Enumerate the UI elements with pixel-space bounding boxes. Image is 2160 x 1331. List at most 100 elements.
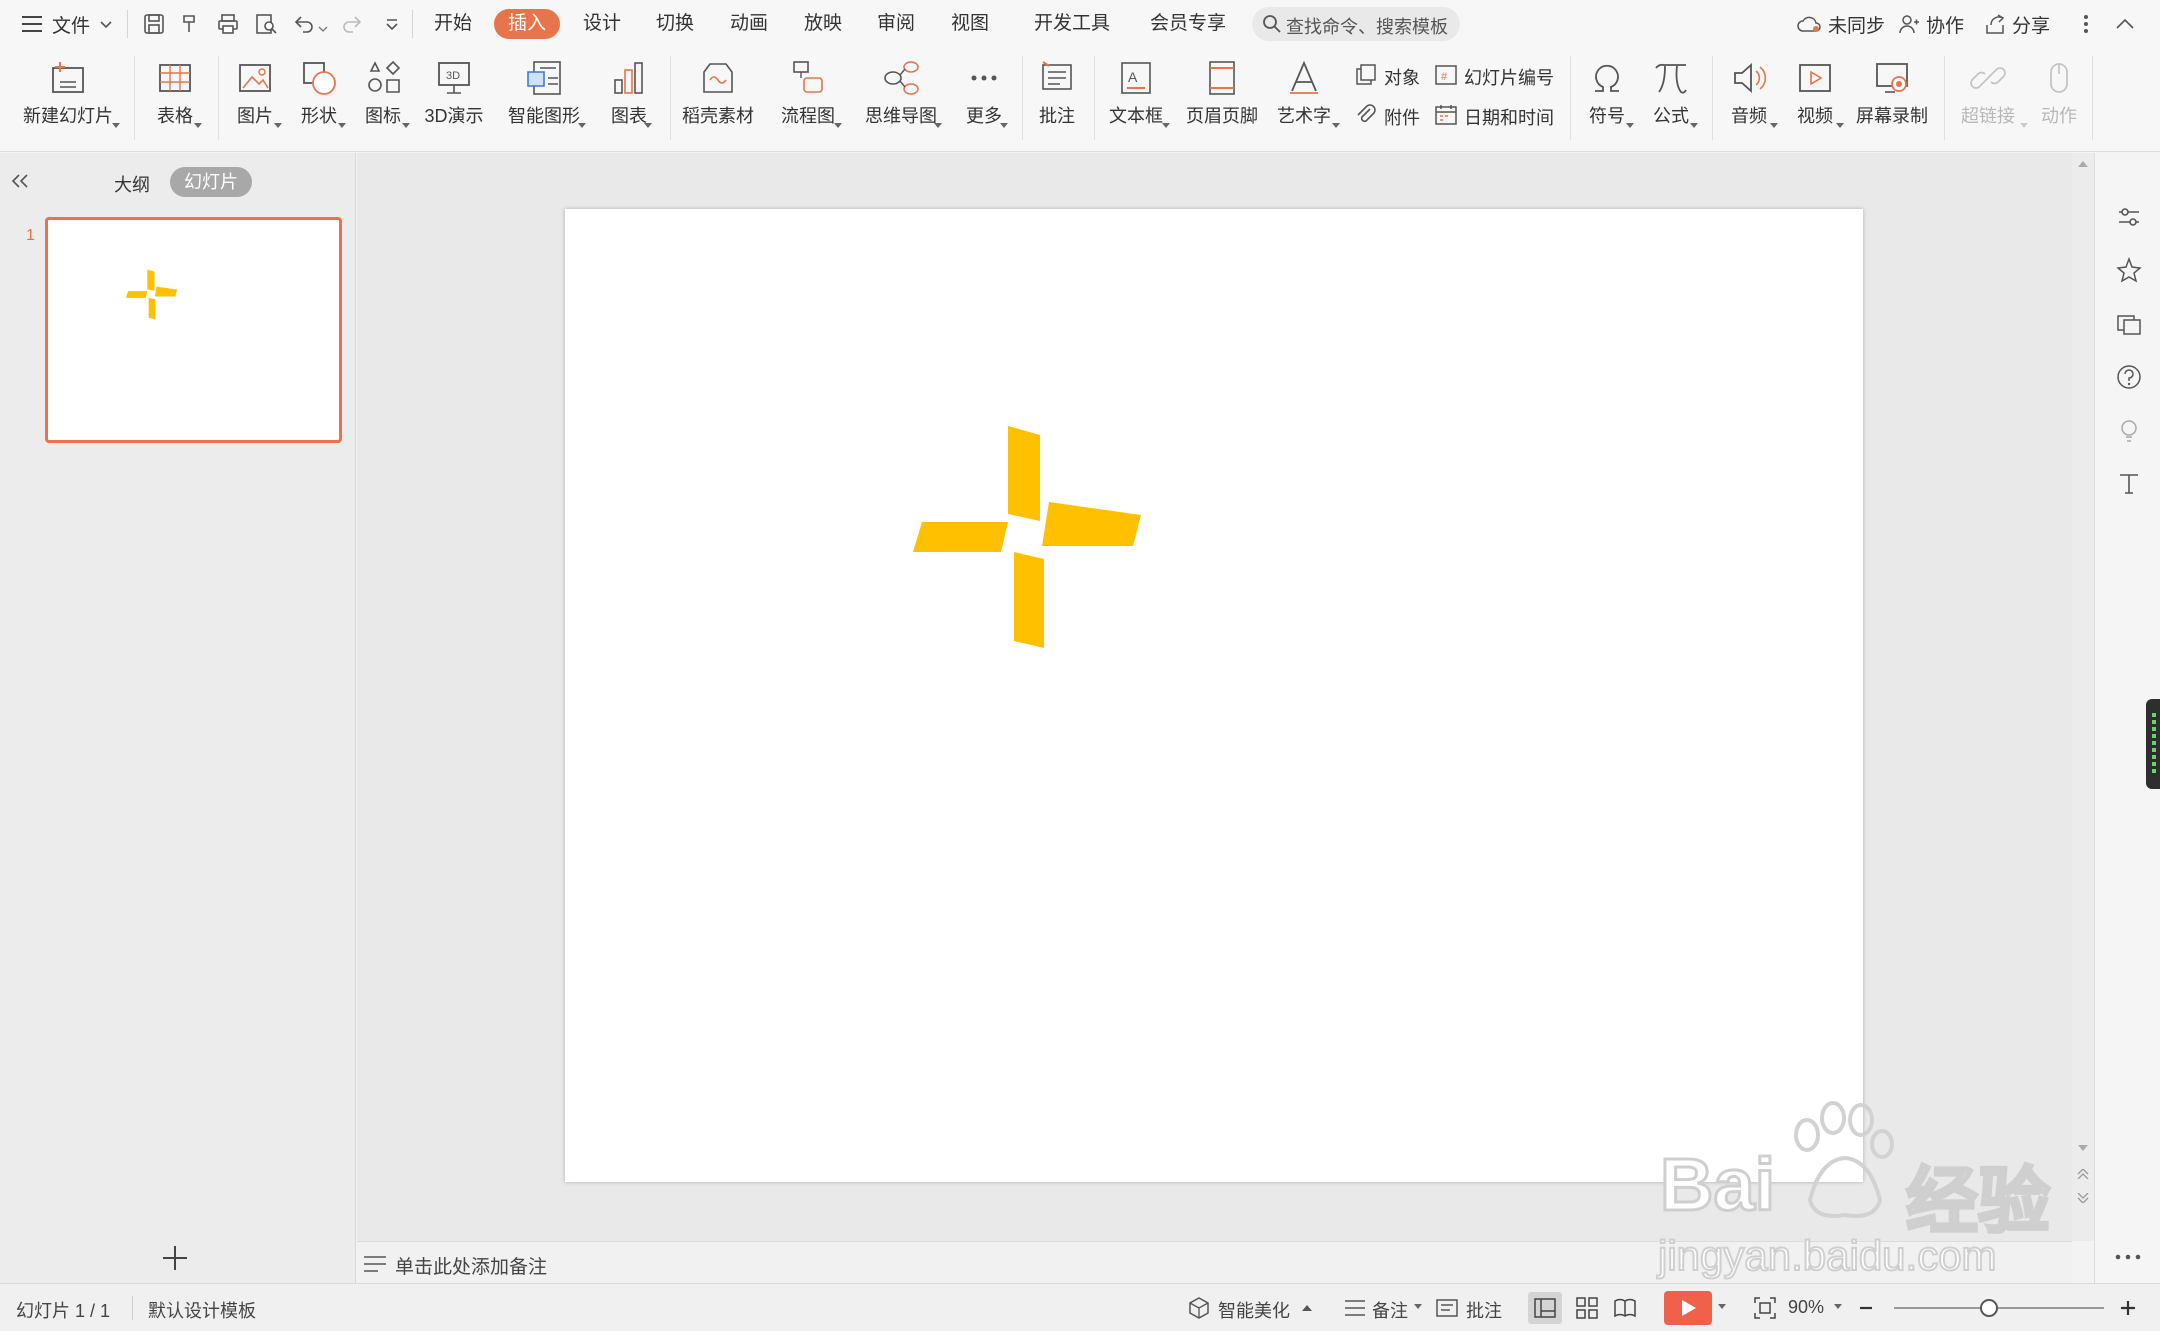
tab-insert[interactable]: 插入: [494, 9, 561, 39]
comment-button[interactable]: 批注: [1026, 48, 1088, 148]
table-button[interactable]: 表格: [142, 48, 208, 148]
caret-down-icon[interactable]: [578, 123, 586, 129]
object-button[interactable]: 对象: [1354, 60, 1434, 90]
shape-button[interactable]: 形状: [286, 48, 352, 148]
save-icon[interactable]: [142, 12, 166, 36]
cloud-sync-icon[interactable]: [1796, 13, 1822, 35]
chart-button[interactable]: 图表: [596, 48, 662, 148]
fit-to-window-icon[interactable]: [1752, 1295, 1778, 1321]
tab-transition[interactable]: 切换: [652, 9, 698, 39]
tab-review[interactable]: 审阅: [873, 9, 919, 39]
caret-down-icon[interactable]: [1162, 123, 1170, 129]
more-button[interactable]: 更多: [952, 48, 1016, 148]
collapse-panel-icon[interactable]: [10, 173, 30, 189]
add-slide-button[interactable]: [160, 1243, 190, 1273]
wordart-button[interactable]: 艺术字: [1266, 48, 1342, 148]
tab-animation[interactable]: 动画: [726, 9, 772, 39]
tab-design[interactable]: 设计: [579, 9, 625, 39]
undo-icon[interactable]: [292, 12, 316, 36]
pinwheel-blade-left[interactable]: [913, 522, 1008, 552]
zoom-out-icon[interactable]: [1858, 1300, 1874, 1316]
caret-up-icon[interactable]: [1302, 1305, 1312, 1311]
tab-view[interactable]: 视图: [947, 9, 993, 39]
icon-button[interactable]: 图标: [350, 48, 416, 148]
reading-view-icon[interactable]: [1612, 1295, 1638, 1321]
format-painter-icon[interactable]: [178, 12, 202, 36]
zoom-in-icon[interactable]: [2118, 1298, 2138, 1318]
beautify-icon[interactable]: [1186, 1295, 1212, 1321]
caret-down-icon[interactable]: [1332, 123, 1340, 129]
help-icon[interactable]: [2115, 363, 2143, 391]
caret-down-icon[interactable]: [1690, 123, 1698, 129]
lightbulb-icon[interactable]: [2115, 417, 2143, 445]
comments-toggle-button[interactable]: 批注: [1466, 1297, 1502, 1323]
previous-slide-icon[interactable]: [2077, 1169, 2089, 1179]
caret-down-icon[interactable]: [194, 123, 202, 129]
share-button[interactable]: 分享: [2012, 11, 2050, 38]
pinwheel-blade-right[interactable]: [1042, 502, 1141, 546]
tab-member[interactable]: 会员专享: [1146, 9, 1230, 39]
notes-toggle-icon[interactable]: [1342, 1295, 1368, 1321]
slide-transition-icon[interactable]: [2115, 310, 2143, 338]
caret-down-icon[interactable]: [1000, 123, 1008, 129]
video-button[interactable]: 视频: [1782, 48, 1848, 148]
caret-down-icon[interactable]: [112, 123, 120, 129]
screen-record-button[interactable]: 屏幕录制: [1850, 48, 1934, 148]
notes-toggle-button[interactable]: 备注: [1372, 1297, 1408, 1323]
textbox-button[interactable]: A 文本框: [1098, 48, 1174, 148]
caret-down-icon[interactable]: [1718, 1304, 1726, 1310]
docer-material-button[interactable]: 稻壳素材: [676, 48, 760, 148]
mindmap-button[interactable]: 思维导图: [852, 48, 950, 148]
search-input[interactable]: 查找命令、搜索模板: [1286, 13, 1448, 39]
flowchart-button[interactable]: 流程图: [766, 48, 850, 148]
customize-toolbar-icon[interactable]: [380, 12, 404, 36]
caret-down-icon[interactable]: [1770, 123, 1778, 129]
audio-button[interactable]: 音频: [1716, 48, 1782, 148]
command-search[interactable]: 查找命令、搜索模板: [1252, 7, 1460, 41]
file-menu[interactable]: 文件: [52, 11, 90, 38]
hamburger-menu-icon[interactable]: [22, 14, 44, 34]
scroll-up-icon[interactable]: [2078, 161, 2088, 167]
caret-down-icon[interactable]: [1414, 1304, 1422, 1310]
collaborate-icon[interactable]: [1898, 13, 1920, 35]
design-template[interactable]: 默认设计模板: [148, 1297, 256, 1323]
smartart-button[interactable]: 智能图形: [498, 48, 590, 148]
hyperlink-button[interactable]: 超链接: [1948, 48, 2028, 148]
symbol-button[interactable]: 符号: [1574, 48, 1640, 148]
formula-button[interactable]: 公式: [1638, 48, 1704, 148]
slide-sorter-icon[interactable]: [1574, 1295, 1600, 1321]
slide-thumbnail[interactable]: [45, 217, 342, 443]
caret-down-icon[interactable]: [834, 123, 842, 129]
print-icon[interactable]: [216, 12, 240, 36]
new-slide-button[interactable]: 新建幻灯片: [10, 48, 126, 148]
tab-developer[interactable]: 开发工具: [1030, 9, 1114, 39]
sidebar-handle[interactable]: [2146, 699, 2160, 789]
caret-down-icon[interactable]: [274, 123, 282, 129]
tab-slides[interactable]: 幻灯片: [170, 167, 252, 197]
slide-number-button[interactable]: # 幻灯片编号: [1434, 60, 1564, 90]
caret-down-icon[interactable]: [402, 123, 410, 129]
pinwheel-blade-top[interactable]: [1008, 426, 1040, 521]
zoom-level[interactable]: 90%: [1788, 1297, 1824, 1318]
smart-beautify-button[interactable]: 智能美化: [1218, 1297, 1290, 1323]
text-tool-icon[interactable]: [2115, 470, 2143, 498]
share-icon[interactable]: [1984, 13, 2006, 35]
slide-canvas[interactable]: [565, 209, 1863, 1182]
more-options-icon[interactable]: [2082, 12, 2090, 36]
caret-down-icon[interactable]: [338, 123, 346, 129]
play-slideshow-button[interactable]: [1664, 1291, 1712, 1325]
date-time-button[interactable]: 日期和时间: [1434, 100, 1564, 130]
tab-home[interactable]: 开始: [430, 9, 476, 39]
sync-status[interactable]: 未同步: [1828, 11, 1885, 38]
animation-pane-icon[interactable]: [2115, 256, 2143, 284]
caret-down-icon[interactable]: [1834, 1304, 1842, 1310]
notes-placeholder[interactable]: 单击此处添加备注: [395, 1252, 547, 1279]
picture-button[interactable]: 图片: [222, 48, 288, 148]
redo-icon[interactable]: [340, 12, 364, 36]
chevron-down-icon[interactable]: [98, 16, 114, 32]
next-slide-icon[interactable]: [2077, 1193, 2089, 1203]
vertical-scrollbar[interactable]: [2072, 153, 2094, 1241]
caret-down-icon[interactable]: [934, 123, 942, 129]
caret-down-icon[interactable]: [1626, 123, 1634, 129]
properties-icon[interactable]: [2115, 203, 2143, 231]
